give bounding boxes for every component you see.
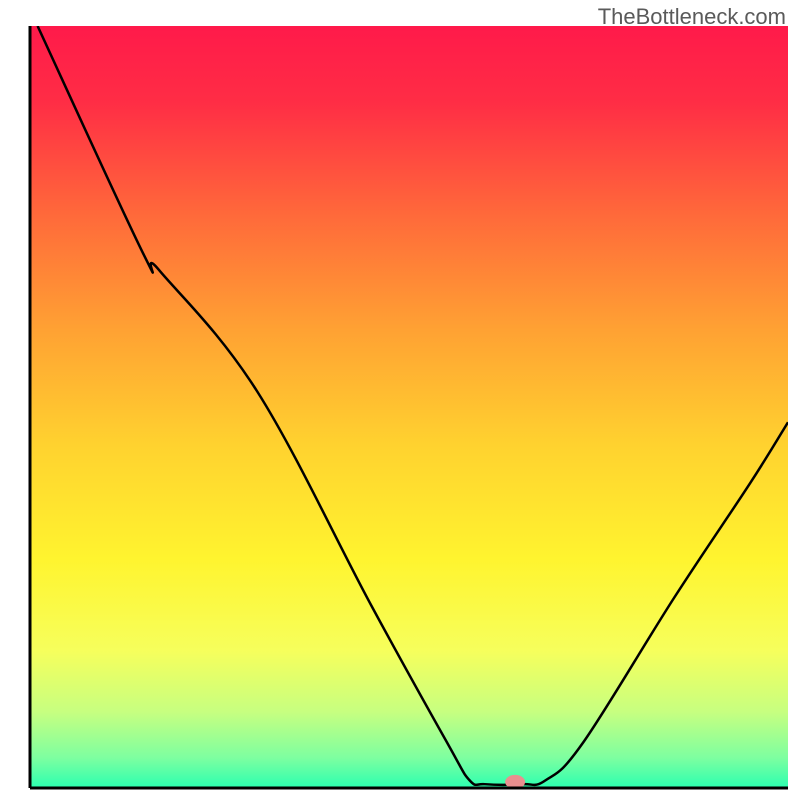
watermark-text: TheBottleneck.com [598,4,786,30]
bottleneck-chart [0,0,800,800]
chart-container: TheBottleneck.com [0,0,800,800]
